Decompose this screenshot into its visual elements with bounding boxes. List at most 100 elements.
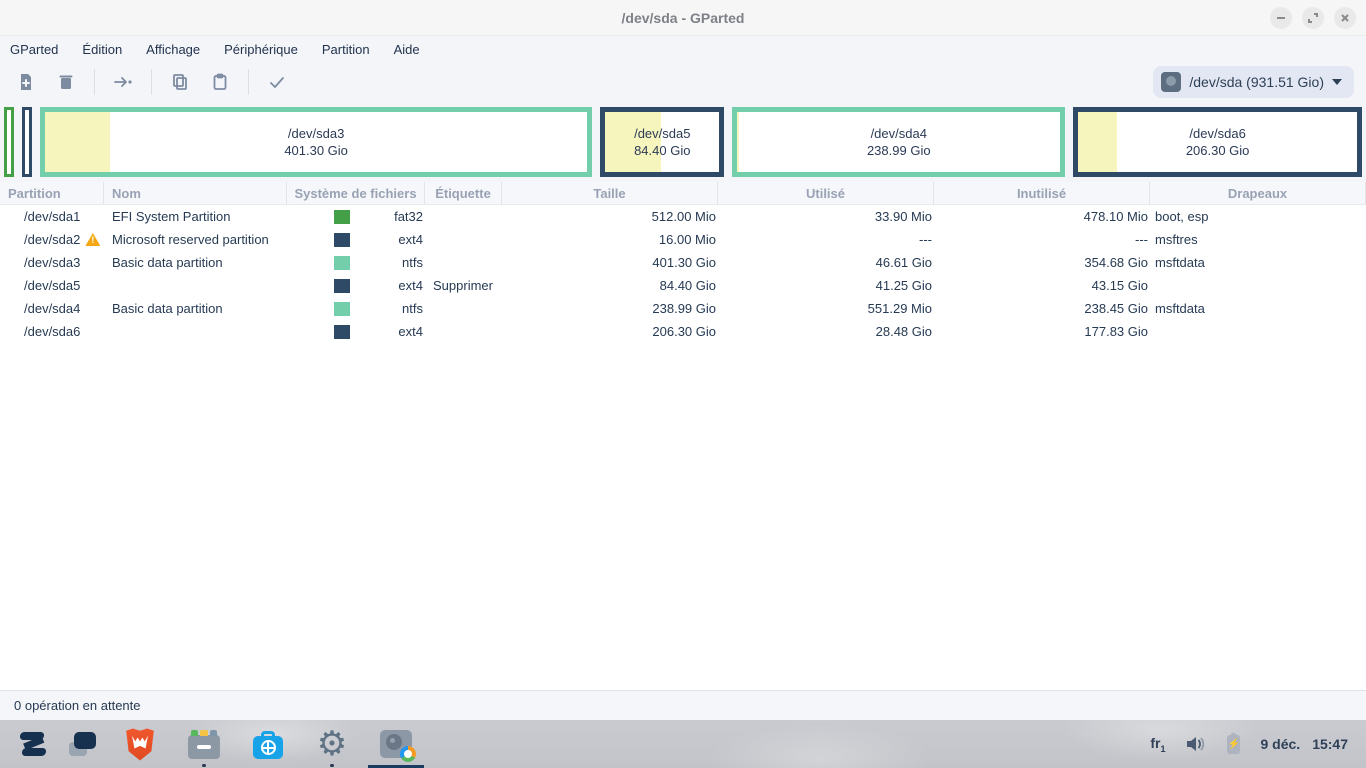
volume-icon[interactable]: [1185, 735, 1207, 753]
software-store-icon: [253, 736, 283, 759]
disk-segment-sda3[interactable]: /dev/sda3401.30 Gio: [40, 107, 592, 177]
partition-row-sda3[interactable]: /dev/sda3Basic data partitionntfs401.30 …: [0, 251, 1366, 274]
disk-segment-sda6[interactable]: /dev/sda6206.30 Gio: [1073, 107, 1362, 177]
filesystem-cell: fat32: [287, 205, 425, 228]
filesystem-color-swatch: [334, 256, 350, 270]
name-cell: [104, 320, 287, 343]
partition-row-sda5[interactable]: /dev/sda5ext4Supprimer84.40 Gio41.25 Gio…: [0, 274, 1366, 297]
column-header-utilise[interactable]: Utilisé: [718, 182, 934, 204]
column-header-systemedefichiers[interactable]: Système de fichiers: [287, 182, 425, 204]
name-cell: [104, 274, 287, 297]
taskbar-app-software-store[interactable]: [236, 720, 300, 768]
new-partition-button[interactable]: [6, 66, 46, 98]
time-label: 15:47: [1312, 736, 1348, 752]
filesystem-cell: ext4: [287, 274, 425, 297]
partition-row-sda4[interactable]: /dev/sda4Basic data partitionntfs238.99 …: [0, 297, 1366, 320]
label-cell: [425, 205, 502, 228]
column-header-inutilise[interactable]: Inutilisé: [934, 182, 1150, 204]
column-header-taille[interactable]: Taille: [502, 182, 718, 204]
column-header-etiquette[interactable]: Étiquette: [425, 182, 502, 204]
column-header-nom[interactable]: Nom: [104, 182, 287, 204]
menu-gparted[interactable]: GParted: [2, 39, 66, 60]
label-cell: [425, 320, 502, 343]
taskbar: ⚙ fr1 ⚡ 9 déc. 15:47: [0, 720, 1366, 768]
delete-partition-icon: [56, 72, 76, 92]
size-cell: 16.00 Mio: [502, 228, 718, 251]
paste-icon: [210, 72, 230, 92]
titlebar: /dev/sda - GParted: [0, 0, 1366, 36]
flags-cell: [1150, 320, 1366, 343]
resize-move-button[interactable]: [103, 66, 143, 98]
device-selector[interactable]: /dev/sda (931.51 Gio): [1153, 66, 1354, 98]
segment-label: /dev/sda3401.30 Gio: [284, 125, 348, 159]
name-cell: EFI System Partition: [104, 205, 287, 228]
paste-button[interactable]: [200, 66, 240, 98]
copy-button[interactable]: [160, 66, 200, 98]
filesystem-color-swatch: [334, 279, 350, 293]
partition-row-sda2[interactable]: /dev/sda2!Microsoft reserved partitionex…: [0, 228, 1366, 251]
disk-segment-sda4[interactable]: /dev/sda4238.99 Gio: [732, 107, 1065, 177]
toolbar-separator: [248, 69, 249, 95]
taskbar-app-zorin-menu[interactable]: [8, 720, 58, 768]
menu-edition[interactable]: Édition: [74, 39, 130, 60]
minimize-button[interactable]: [1270, 7, 1292, 29]
disk-visual-bar: /dev/sda3401.30 Gio/dev/sda584.40 Gio/de…: [0, 102, 1366, 182]
unused-cell: 177.83 Gio: [934, 320, 1150, 343]
close-button[interactable]: [1334, 7, 1356, 29]
used-cell: 551.29 Mio: [718, 297, 934, 320]
device-selector-label: /dev/sda (931.51 Gio): [1189, 74, 1324, 90]
taskbar-app-gparted[interactable]: [364, 720, 428, 768]
flags-cell: msftdata: [1150, 251, 1366, 274]
restore-button[interactable]: [1302, 7, 1324, 29]
partition-row-sda1[interactable]: /dev/sda1EFI System Partitionfat32512.00…: [0, 205, 1366, 228]
table-header: PartitionNomSystème de fichiersÉtiquette…: [0, 182, 1366, 205]
disk-segment-sda2[interactable]: [22, 107, 32, 177]
taskbar-app-window-switcher[interactable]: [58, 720, 108, 768]
statusbar: 0 opération en attente: [0, 690, 1366, 720]
filesystem-color-swatch: [334, 302, 350, 316]
delete-partition-button[interactable]: [46, 66, 86, 98]
flags-cell: boot, esp: [1150, 205, 1366, 228]
flags-cell: [1150, 274, 1366, 297]
partition-row-sda6[interactable]: /dev/sda6ext4206.30 Gio28.48 Gio177.83 G…: [0, 320, 1366, 343]
toolbar: /dev/sda (931.51 Gio): [0, 62, 1366, 102]
column-header-partition[interactable]: Partition: [0, 182, 104, 204]
clock[interactable]: 9 déc. 15:47: [1260, 736, 1348, 752]
toolbar-separator: [94, 69, 95, 95]
running-app-indicator: [202, 764, 206, 767]
disk-segment-sda5[interactable]: /dev/sda584.40 Gio: [600, 107, 724, 177]
column-header-drapeaux[interactable]: Drapeaux: [1150, 182, 1366, 204]
label-cell: [425, 251, 502, 274]
menu-partition[interactable]: Partition: [314, 39, 378, 60]
menu-affichage[interactable]: Affichage: [138, 39, 208, 60]
name-cell: Microsoft reserved partition: [104, 228, 287, 251]
disk-icon: [1161, 72, 1181, 92]
zorin-logo-icon: [16, 727, 50, 761]
warning-icon: !: [85, 233, 100, 246]
taskbar-app-file-manager[interactable]: [172, 720, 236, 768]
gparted-app-icon: [380, 730, 412, 758]
flags-cell: msftdata: [1150, 297, 1366, 320]
unused-cell: 238.45 Gio: [934, 297, 1150, 320]
system-tray: fr1 ⚡ 9 déc. 15:47: [1150, 720, 1348, 768]
keyboard-layout-indicator[interactable]: fr1: [1150, 735, 1165, 754]
menu-aide[interactable]: Aide: [386, 39, 428, 60]
battery-icon[interactable]: ⚡: [1227, 735, 1240, 754]
disk-segment-sda1[interactable]: [4, 107, 14, 177]
name-cell: Basic data partition: [104, 251, 287, 274]
partition-table: PartitionNomSystème de fichiersÉtiquette…: [0, 182, 1366, 690]
menu-peripherique[interactable]: Périphérique: [216, 39, 306, 60]
chevron-down-icon: [1332, 79, 1342, 85]
apply-operations-button[interactable]: [257, 66, 297, 98]
window-title: /dev/sda - GParted: [622, 10, 745, 26]
new-partition-icon: [16, 72, 36, 92]
taskbar-app-settings[interactable]: ⚙: [300, 720, 364, 768]
taskbar-app-brave-browser[interactable]: [108, 720, 172, 768]
partition-cell: /dev/sda6: [0, 320, 104, 343]
filesystem-cell: ext4: [287, 320, 425, 343]
filesystem-cell: ext4: [287, 228, 425, 251]
partition-cell: /dev/sda2!: [0, 228, 104, 251]
copy-icon: [170, 72, 190, 92]
filesystem-color-swatch: [334, 233, 350, 247]
apply-icon: [267, 72, 287, 92]
